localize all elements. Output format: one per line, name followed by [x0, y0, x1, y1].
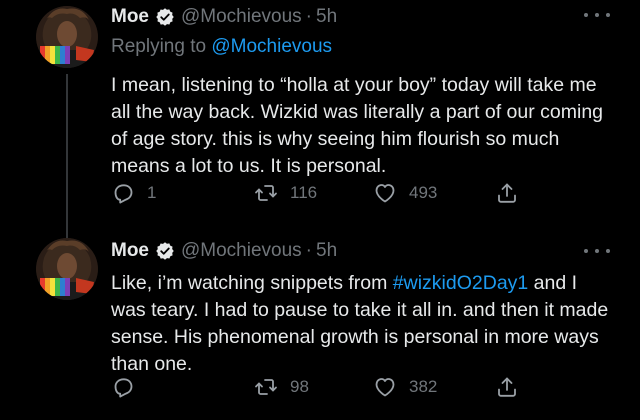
tweet-content: Moe @Mochievous · 5h Replying to @Mochie… [111, 4, 620, 180]
replying-to: Replying to @Mochievous [111, 36, 620, 64]
tweet-text-start: Like, i’m watching snippets from [111, 272, 393, 294]
tweet-actions: 1 116 493 [111, 178, 531, 208]
author-name[interactable]: Moe [111, 6, 149, 28]
reply-button[interactable] [111, 372, 147, 402]
reply-icon [114, 184, 133, 204]
reply-button[interactable]: 1 [111, 178, 156, 208]
separator-dot: · [305, 240, 312, 261]
verified-badge-icon [155, 241, 175, 261]
retweet-icon [255, 379, 277, 395]
verified-badge-icon [155, 7, 175, 27]
author-handle[interactable]: @Mochievous [181, 6, 302, 28]
tweet-content: Moe @Mochievous · 5h Like, i’m watching … [111, 238, 620, 378]
avatar[interactable] [36, 238, 98, 300]
retweet-button[interactable]: 98 [254, 372, 309, 402]
share-icon [498, 377, 516, 397]
tweet-header: Moe @Mochievous · 5h [111, 238, 620, 264]
tweet[interactable]: Moe @Mochievous · 5h Replying to @Mochie… [0, 0, 640, 239]
tweet-actions: 98 382 [111, 372, 531, 402]
share-button[interactable] [495, 372, 519, 402]
retweet-count: 98 [290, 377, 309, 396]
retweet-count: 116 [290, 183, 318, 202]
replying-to-mention[interactable]: @Mochievous [211, 36, 332, 57]
reply-icon [114, 378, 133, 398]
more-icon[interactable] [584, 242, 610, 260]
retweet-icon [255, 185, 277, 201]
replying-to-label: Replying to [111, 36, 207, 57]
like-button[interactable]: 493 [373, 178, 437, 208]
reply-count: 1 [147, 183, 157, 202]
tweet-text: Like, i’m watching snippets from #wizkid… [111, 270, 611, 378]
like-count: 493 [409, 183, 438, 202]
timestamp[interactable]: 5h [316, 6, 337, 28]
thread-line [66, 74, 68, 239]
author-handle[interactable]: @Mochievous [181, 240, 302, 262]
more-icon[interactable] [584, 6, 610, 24]
separator-dot: · [305, 6, 312, 27]
like-icon [375, 378, 395, 397]
share-icon [498, 183, 516, 203]
hashtag-link[interactable]: #wizkidO2Day1 [393, 272, 528, 294]
share-button[interactable] [495, 178, 519, 208]
like-count: 382 [409, 377, 438, 396]
avatar[interactable] [36, 6, 98, 68]
tweet[interactable]: Moe @Mochievous · 5h Like, i’m watching … [0, 232, 640, 420]
retweet-button[interactable]: 116 [254, 178, 317, 208]
timestamp[interactable]: 5h [316, 240, 337, 262]
like-icon [375, 184, 395, 203]
tweet-text: I mean, listening to “holla at your boy”… [111, 74, 604, 177]
like-button[interactable]: 382 [373, 372, 437, 402]
author-name[interactable]: Moe [111, 240, 149, 262]
tweet-header: Moe @Mochievous · 5h [111, 4, 620, 30]
